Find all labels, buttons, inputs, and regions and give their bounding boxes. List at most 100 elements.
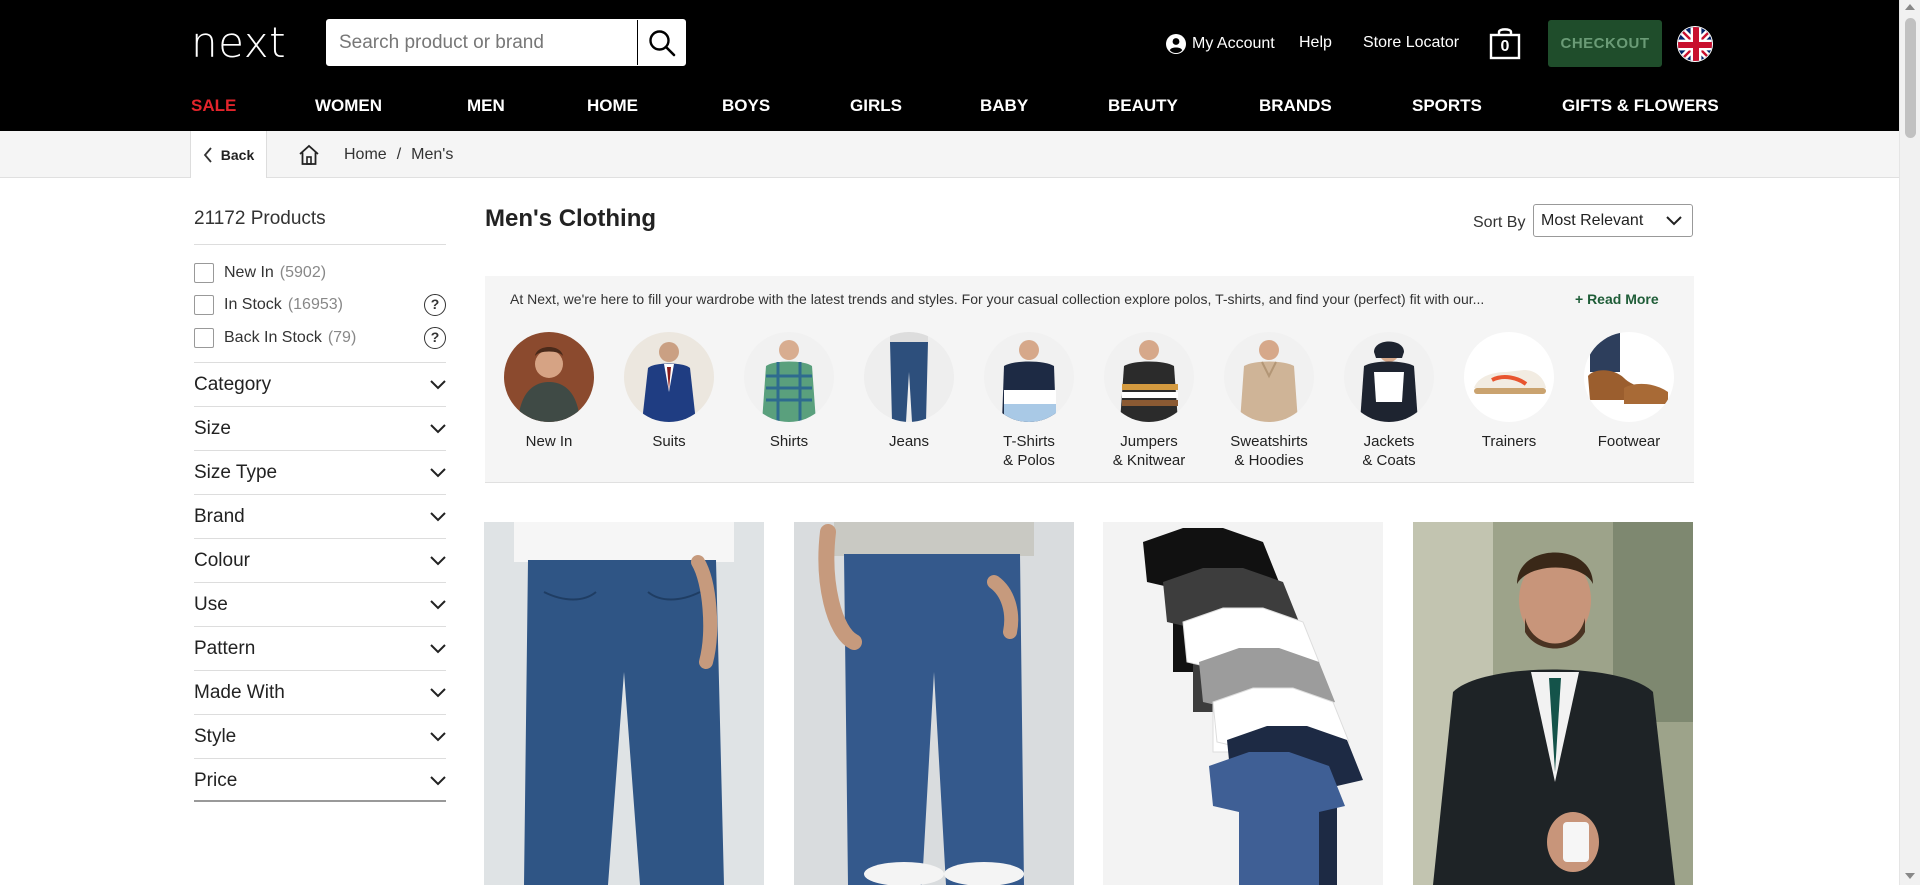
category-suits[interactable]: Suits [614,332,724,451]
facet-use[interactable]: Use [194,582,446,626]
my-account-label: My Account [1192,35,1275,52]
back-label: Back [220,146,255,163]
product-card-tshirt-multipack[interactable] [1103,522,1383,885]
page-title: Men's Clothing [485,205,657,232]
category-trainers[interactable]: Trainers [1454,332,1564,451]
nav-women[interactable]: WOMEN [315,96,382,116]
category-label: T-Shirts & Polos [1003,433,1055,469]
help-icon[interactable]: ? [424,294,446,316]
home-icon[interactable] [298,144,320,166]
divider [194,244,446,245]
filter-in-stock[interactable]: In Stock (16953) [194,295,343,315]
sort-value: Most Relevant [1541,211,1644,229]
nav-beauty[interactable]: BEAUTY [1108,96,1178,116]
filter-back-in-stock[interactable]: Back In Stock (79) [194,328,356,348]
facet-size[interactable]: Size [194,406,446,450]
chevron-left-icon [203,146,212,163]
breadcrumb-home[interactable]: Home [344,146,387,164]
nav-men[interactable]: MEN [467,96,505,116]
category-label: Jeans [888,433,930,450]
read-more-link[interactable]: + Read More [1575,291,1659,307]
category-footwear[interactable]: Footwear [1574,332,1684,451]
search-button[interactable] [637,20,685,65]
nav-gifts-flowers[interactable]: GIFTS & FLOWERS [1562,96,1719,116]
nav-sale[interactable]: SALE [191,96,236,116]
shopping-bag-button[interactable]: 0 [1488,26,1522,60]
breadcrumb-bar: Back Home / Men's [0,131,1899,178]
next-logo[interactable]: next [191,22,286,64]
facet-label: Pattern [194,637,256,659]
chevron-down-icon [430,687,446,697]
checkbox[interactable] [194,328,214,348]
chevron-down-icon [430,643,446,653]
account-icon [1166,34,1186,54]
category-label: Jumpers & Knitwear [1112,433,1186,469]
category-label: Trainers [1481,433,1537,450]
filter-label: In Stock [224,296,282,313]
checkbox[interactable] [194,263,214,283]
back-button[interactable]: Back [190,131,267,178]
product-card-jeans-slim[interactable] [794,522,1074,885]
filter-label: New In [224,264,274,281]
facet-made-with[interactable]: Made With [194,670,446,714]
product-card-jeans-straight[interactable] [484,522,764,885]
facet-size-type[interactable]: Size Type [194,450,446,494]
search-input[interactable] [327,20,637,65]
scroll-down-icon[interactable] [1905,873,1915,879]
chevron-down-icon [430,511,446,521]
breadcrumb-separator: / [396,146,402,163]
product-card-suit[interactable] [1413,522,1693,885]
facet-colour[interactable]: Colour [194,538,446,582]
seo-description: At Next, we're here to fill your wardrob… [510,291,1485,307]
filter-new-in[interactable]: New In (5902) [194,263,326,283]
checkbox[interactable] [194,295,214,315]
category-tshirts-polos[interactable]: T-Shirts & Polos [974,332,1084,470]
help-icon[interactable]: ? [424,327,446,349]
category-jumpers-knitwear[interactable]: Jumpers & Knitwear [1094,332,1204,470]
nav-brands[interactable]: BRANDS [1259,96,1332,116]
category-image [1104,332,1194,422]
checkout-button[interactable]: CHECKOUT [1548,20,1662,67]
search-icon [648,29,675,56]
help-link[interactable]: Help [1299,34,1332,52]
facet-price[interactable]: Price [194,758,446,802]
category-shirts[interactable]: Shirts [734,332,844,451]
breadcrumb: Home / Men's [298,144,453,166]
category-image [864,332,954,422]
category-image [504,332,594,422]
breadcrumb-current[interactable]: Men's [411,146,453,164]
category-image [624,332,714,422]
category-jeans[interactable]: Jeans [854,332,964,451]
filter-count: (5902) [279,264,327,281]
page-scrollbar[interactable] [1899,0,1920,885]
chevron-down-icon [430,423,446,433]
facet-label: Price [194,769,238,791]
nav-home[interactable]: HOME [587,96,638,116]
scroll-up-icon[interactable] [1905,4,1915,10]
category-sweatshirts-hoodies[interactable]: Sweatshirts & Hoodies [1214,332,1324,470]
category-image [1464,332,1554,422]
facet-brand[interactable]: Brand [194,494,446,538]
category-label: Shirts [769,433,809,450]
scrollbar-thumb[interactable] [1905,18,1916,138]
uk-flag-icon[interactable] [1677,26,1713,62]
chevron-down-icon [1666,215,1682,225]
facet-style[interactable]: Style [194,714,446,758]
facet-category[interactable]: Category [194,362,446,406]
facet-label: Colour [194,549,250,571]
facet-pattern[interactable]: Pattern [194,626,446,670]
category-jackets-coats[interactable]: Jackets & Coats [1334,332,1444,470]
nav-baby[interactable]: BABY [980,96,1028,116]
nav-girls[interactable]: GIRLS [850,96,902,116]
store-locator-link[interactable]: Store Locator [1363,34,1459,52]
sort-dropdown[interactable]: Most Relevant [1533,204,1693,237]
chevron-down-icon [430,467,446,477]
chevron-down-icon [430,731,446,741]
category-new-in[interactable]: New In [494,332,604,451]
nav-boys[interactable]: BOYS [722,96,770,116]
sort-label: Sort By [1473,214,1526,231]
filter-count: (79) [327,329,357,346]
nav-sports[interactable]: SPORTS [1412,96,1482,116]
my-account-link[interactable]: My Account [1166,34,1275,54]
filter-label: Back In Stock [224,329,322,346]
